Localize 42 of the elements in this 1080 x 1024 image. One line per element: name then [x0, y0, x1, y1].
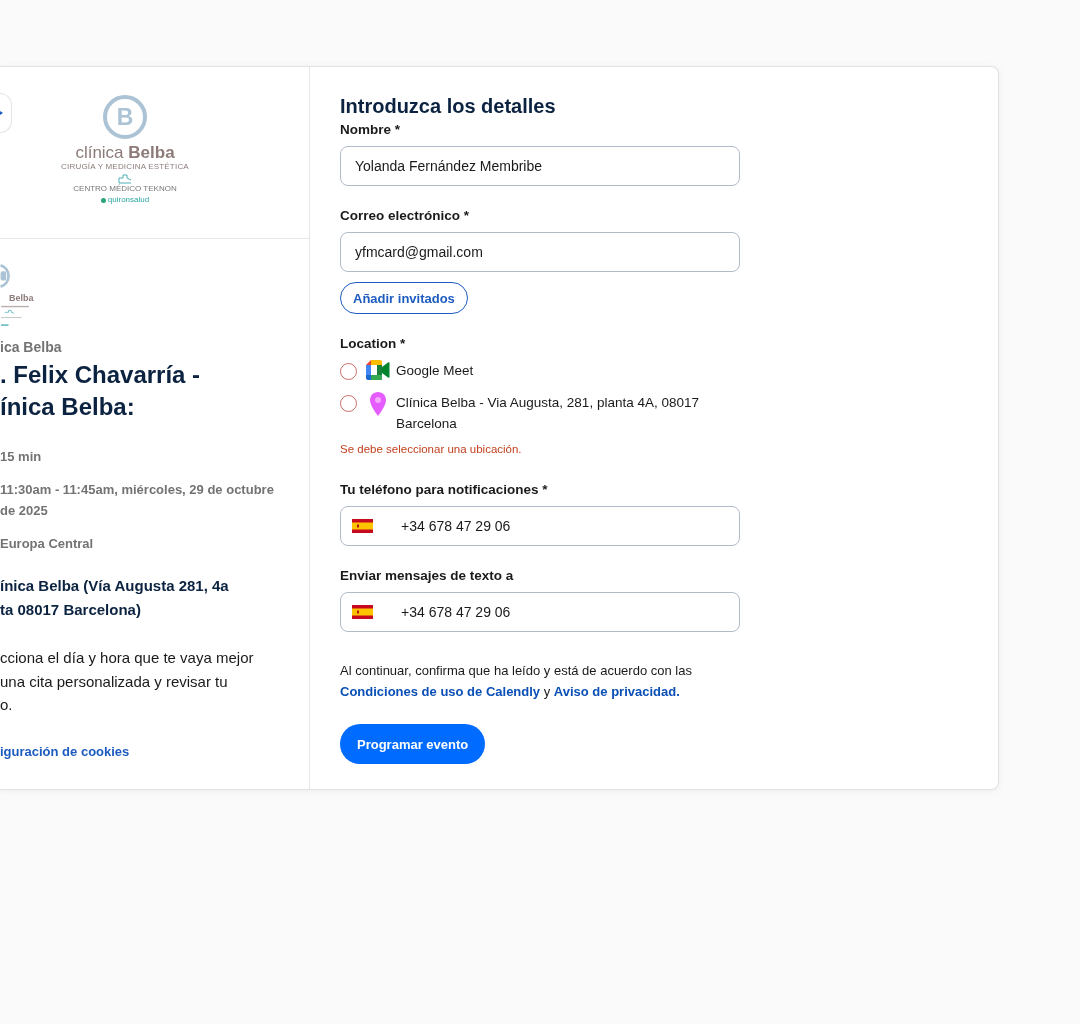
cookie-settings-link[interactable]: iguración de cookies [0, 742, 130, 761]
phone-field[interactable]: +34 678 47 29 06 [340, 592, 740, 632]
field-label: Nombre * [340, 121, 401, 139]
field-label: Correo electrónico * [340, 207, 471, 225]
flag-icon[interactable] [352, 519, 373, 533]
logo-mark: B [103, 95, 147, 139]
radio-button[interactable] [340, 395, 357, 412]
event-title: . Felix Chavarría - ínica Belba: [0, 360, 202, 422]
leaf-icon [100, 197, 106, 203]
logo-tagline: CIRUGÍA Y MEDICINA ESTÉTICA [61, 162, 189, 172]
organizer-name: ica Belba [0, 338, 63, 356]
field-label: Enviar mensajes de texto a [340, 567, 515, 585]
input-field[interactable]: yfmcard@gmail.com [340, 232, 740, 272]
schedule-event-button[interactable]: Programar evento [340, 724, 486, 764]
building-icon [118, 174, 132, 184]
form-title: Introduzca los detalles [340, 95, 557, 117]
radio-button[interactable] [340, 363, 357, 380]
event-description: cciona el día y hora que te vaya mejor una cita personalizada y revisar tu o. [0, 648, 255, 715]
video-camera-icon [366, 360, 390, 380]
event-detail: 11:30am - 11:45am, miércoles, 29 de octubre de 2025 [0, 481, 275, 520]
consent-text: Al continuar, confirma que ha leído y está de acuerdo con las Condiciones de uso de Calendly y Aviso de privacidad. [340, 662, 693, 701]
privacy-link[interactable]: Aviso de privacidad. [553, 684, 680, 699]
logo-name: clínica Belba [75, 143, 175, 162]
logo-drawing [0, 303, 30, 328]
radio-label[interactable]: Clínica Belba - Via Augusta, 281, planta 4A, 08017 Barcelona [396, 392, 741, 434]
event-detail: 15 min [0, 448, 43, 466]
arrow-icon [0, 111, 3, 115]
logo-name: Belba [9, 292, 34, 304]
event-detail: Europa Central [0, 535, 95, 553]
flag-icon[interactable] [352, 605, 373, 619]
radio-label[interactable]: Google Meet [396, 360, 741, 381]
input-field[interactable]: Yolanda Fernández Membribe [340, 146, 740, 186]
field-label: Tu teléfono para notificaciones * [340, 481, 549, 499]
phone-field[interactable]: +34 678 47 29 06 [340, 506, 740, 546]
event-location: ínica Belba (Vía Augusta 281, 4a ta 08017 Barcelona) [0, 576, 230, 620]
logo-subtitle: CENTRO MÉDICO TEKNON [73, 184, 177, 194]
error-message: Se debe seleccionar una ubicación. [340, 442, 523, 457]
logo-brand: quironsalud [107, 195, 150, 205]
add-guests-button[interactable]: Añadir invitados [340, 282, 468, 314]
map-pin-icon [370, 392, 386, 416]
field-label: Location * [340, 335, 407, 353]
terms-link[interactable]: Condiciones de uso de Calendly [340, 684, 541, 699]
